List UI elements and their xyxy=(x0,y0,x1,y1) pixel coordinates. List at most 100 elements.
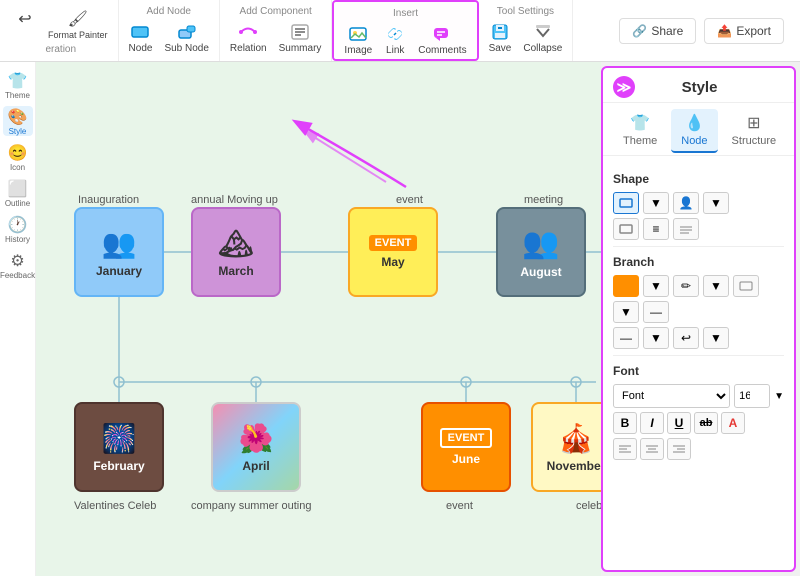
underline-button[interactable]: U xyxy=(667,412,691,434)
branch-dash-btn[interactable]: — xyxy=(643,301,669,323)
right-panel: ≫ Style 👕 Theme 💧 Node ⊞ Structure Shape xyxy=(601,66,796,572)
group-label-add-node: Add Node xyxy=(146,6,190,17)
branch-dropdown3[interactable]: ▼ xyxy=(613,301,639,323)
node-button[interactable]: Node xyxy=(125,19,157,56)
node-february[interactable]: 🎆 February xyxy=(74,402,164,492)
divider-1 xyxy=(613,246,784,247)
format-painter-button[interactable]: 🖌 Format Painter xyxy=(44,6,112,42)
align-right-button[interactable] xyxy=(667,438,691,460)
branch-pen-btn[interactable]: ✏ xyxy=(673,275,699,297)
share-button[interactable]: 🔗 Share xyxy=(619,18,696,44)
relation-button[interactable]: Relation xyxy=(226,19,271,56)
shape-btn-lines1[interactable]: ≡ xyxy=(643,218,669,240)
group-label-add-component: Add Component xyxy=(240,6,312,17)
link-button[interactable]: Link xyxy=(380,21,410,58)
strikethrough-button[interactable]: ab xyxy=(694,412,718,434)
font-dropdown-row: Font ▼ xyxy=(613,384,784,408)
align-left-button[interactable] xyxy=(613,438,637,460)
annotation-event-bottom: event xyxy=(446,500,473,512)
node-november[interactable]: 🎪 November xyxy=(531,402,601,492)
branch-curve-btn[interactable]: ↩ xyxy=(673,327,699,349)
shape-btn-dropdown2[interactable]: ▼ xyxy=(703,192,729,214)
node-icon xyxy=(129,21,151,43)
save-icon xyxy=(489,21,511,43)
sidebar-item-history[interactable]: 🕐 History xyxy=(3,214,33,244)
sub-node-button[interactable]: Sub Node xyxy=(160,19,212,56)
comments-button[interactable]: Comments xyxy=(414,21,470,58)
sidebar-item-outline[interactable]: ⬜ Outline xyxy=(3,178,33,208)
toolbar: ↩ 🖌 Format Painter eration Add Node Node xyxy=(0,0,800,62)
branch-dropdown1[interactable]: ▼ xyxy=(643,275,669,297)
node-may[interactable]: EVENT May xyxy=(348,207,438,297)
shape-btn-dropdown1[interactable]: ▼ xyxy=(643,192,669,214)
relation-label: Relation xyxy=(230,43,267,54)
arrow-annotation xyxy=(216,102,416,202)
annotation-celeb: celeb... xyxy=(576,500,601,512)
sidebar-item-feedback[interactable]: ⚙ Feedback xyxy=(3,250,33,280)
font-family-select[interactable]: Font xyxy=(613,384,730,408)
branch-color-btn[interactable] xyxy=(613,275,639,297)
link-label: Link xyxy=(386,45,404,56)
export-button[interactable]: 📤 Export xyxy=(704,18,784,44)
font-align-row xyxy=(613,438,784,460)
undo-button[interactable]: ↩ xyxy=(10,6,40,42)
shape-btn-rect[interactable] xyxy=(613,192,639,214)
tab-node[interactable]: 💧 Node xyxy=(671,109,717,153)
theme-icon: 👕 xyxy=(8,71,28,91)
annotation-company: company summer outing xyxy=(191,500,311,512)
sub-node-label: Sub Node xyxy=(164,43,208,54)
node-march[interactable]: 🏔 March xyxy=(191,207,281,297)
align-center-button[interactable] xyxy=(640,438,664,460)
canvas-connections xyxy=(36,62,601,576)
font-color-button[interactable]: A xyxy=(721,412,745,434)
italic-button[interactable]: I xyxy=(640,412,664,434)
save-button[interactable]: Save xyxy=(485,19,516,56)
shape-row-1: ▼ 👤 ▼ xyxy=(613,192,784,214)
bold-button[interactable]: B xyxy=(613,412,637,434)
may-event-badge: EVENT xyxy=(369,235,418,251)
branch-row-1: ▼ ✏ ▼ ▼ — xyxy=(613,275,784,323)
image-button[interactable]: Image xyxy=(340,21,376,58)
node-august[interactable]: 👥 August xyxy=(496,207,586,297)
august-icon: 👥 xyxy=(522,226,559,261)
sidebar-item-theme[interactable]: 👕 Theme xyxy=(3,70,33,100)
branch-line-btn[interactable]: — xyxy=(613,327,639,349)
january-icon: 👥 xyxy=(102,227,137,260)
sidebar-item-style[interactable]: 🎨 Style xyxy=(3,106,33,136)
branch-row-2: — ▼ ↩ ▼ xyxy=(613,327,784,349)
tab-theme[interactable]: 👕 Theme xyxy=(613,109,667,153)
tab-node-icon: 💧 xyxy=(684,113,704,133)
summary-button[interactable]: Summary xyxy=(275,19,326,56)
icon-icon: 😊 xyxy=(8,143,28,163)
panel-collapse-button[interactable]: ≫ xyxy=(613,76,635,98)
main-area: 👕 Theme 🎨 Style 😊 Icon ⬜ Outline 🕐 Histo… xyxy=(0,62,800,576)
group-label-eration: eration xyxy=(45,44,76,55)
branch-dropdown4[interactable]: ▼ xyxy=(643,327,669,349)
node-april[interactable]: 🌺 April xyxy=(211,402,301,492)
icon-label: Icon xyxy=(10,163,25,172)
collapse-label: Collapse xyxy=(523,43,562,54)
shape-btn-person[interactable]: 👤 xyxy=(673,192,699,214)
shape-btn-border[interactable] xyxy=(613,218,639,240)
export-label: Export xyxy=(736,24,771,38)
sidebar-item-icon[interactable]: 😊 Icon xyxy=(3,142,33,172)
february-icon: 🎆 xyxy=(102,422,137,455)
style-icon: 🎨 xyxy=(8,107,28,127)
june-label: June xyxy=(452,452,480,466)
font-size-input[interactable] xyxy=(734,384,770,408)
canvas[interactable]: 👥 January 🏔 March EVENT May 👥 August 🎆 F… xyxy=(36,62,601,576)
shape-row-2: ≡ xyxy=(613,218,784,240)
node-january[interactable]: 👥 January xyxy=(74,207,164,297)
shape-btn-lines2[interactable] xyxy=(673,218,699,240)
branch-dropdown5[interactable]: ▼ xyxy=(703,327,729,349)
branch-section-title: Branch xyxy=(613,255,784,269)
collapse-button[interactable]: Collapse xyxy=(519,19,566,56)
march-label: March xyxy=(218,264,253,278)
comments-icon xyxy=(431,23,453,45)
branch-dropdown2[interactable]: ▼ xyxy=(703,275,729,297)
font-size-dropdown[interactable]: ▼ xyxy=(774,391,784,402)
node-june[interactable]: EVENT June xyxy=(421,402,511,492)
tab-structure[interactable]: ⊞ Structure xyxy=(722,109,787,153)
branch-rect-btn[interactable] xyxy=(733,275,759,297)
january-label: January xyxy=(96,264,142,278)
